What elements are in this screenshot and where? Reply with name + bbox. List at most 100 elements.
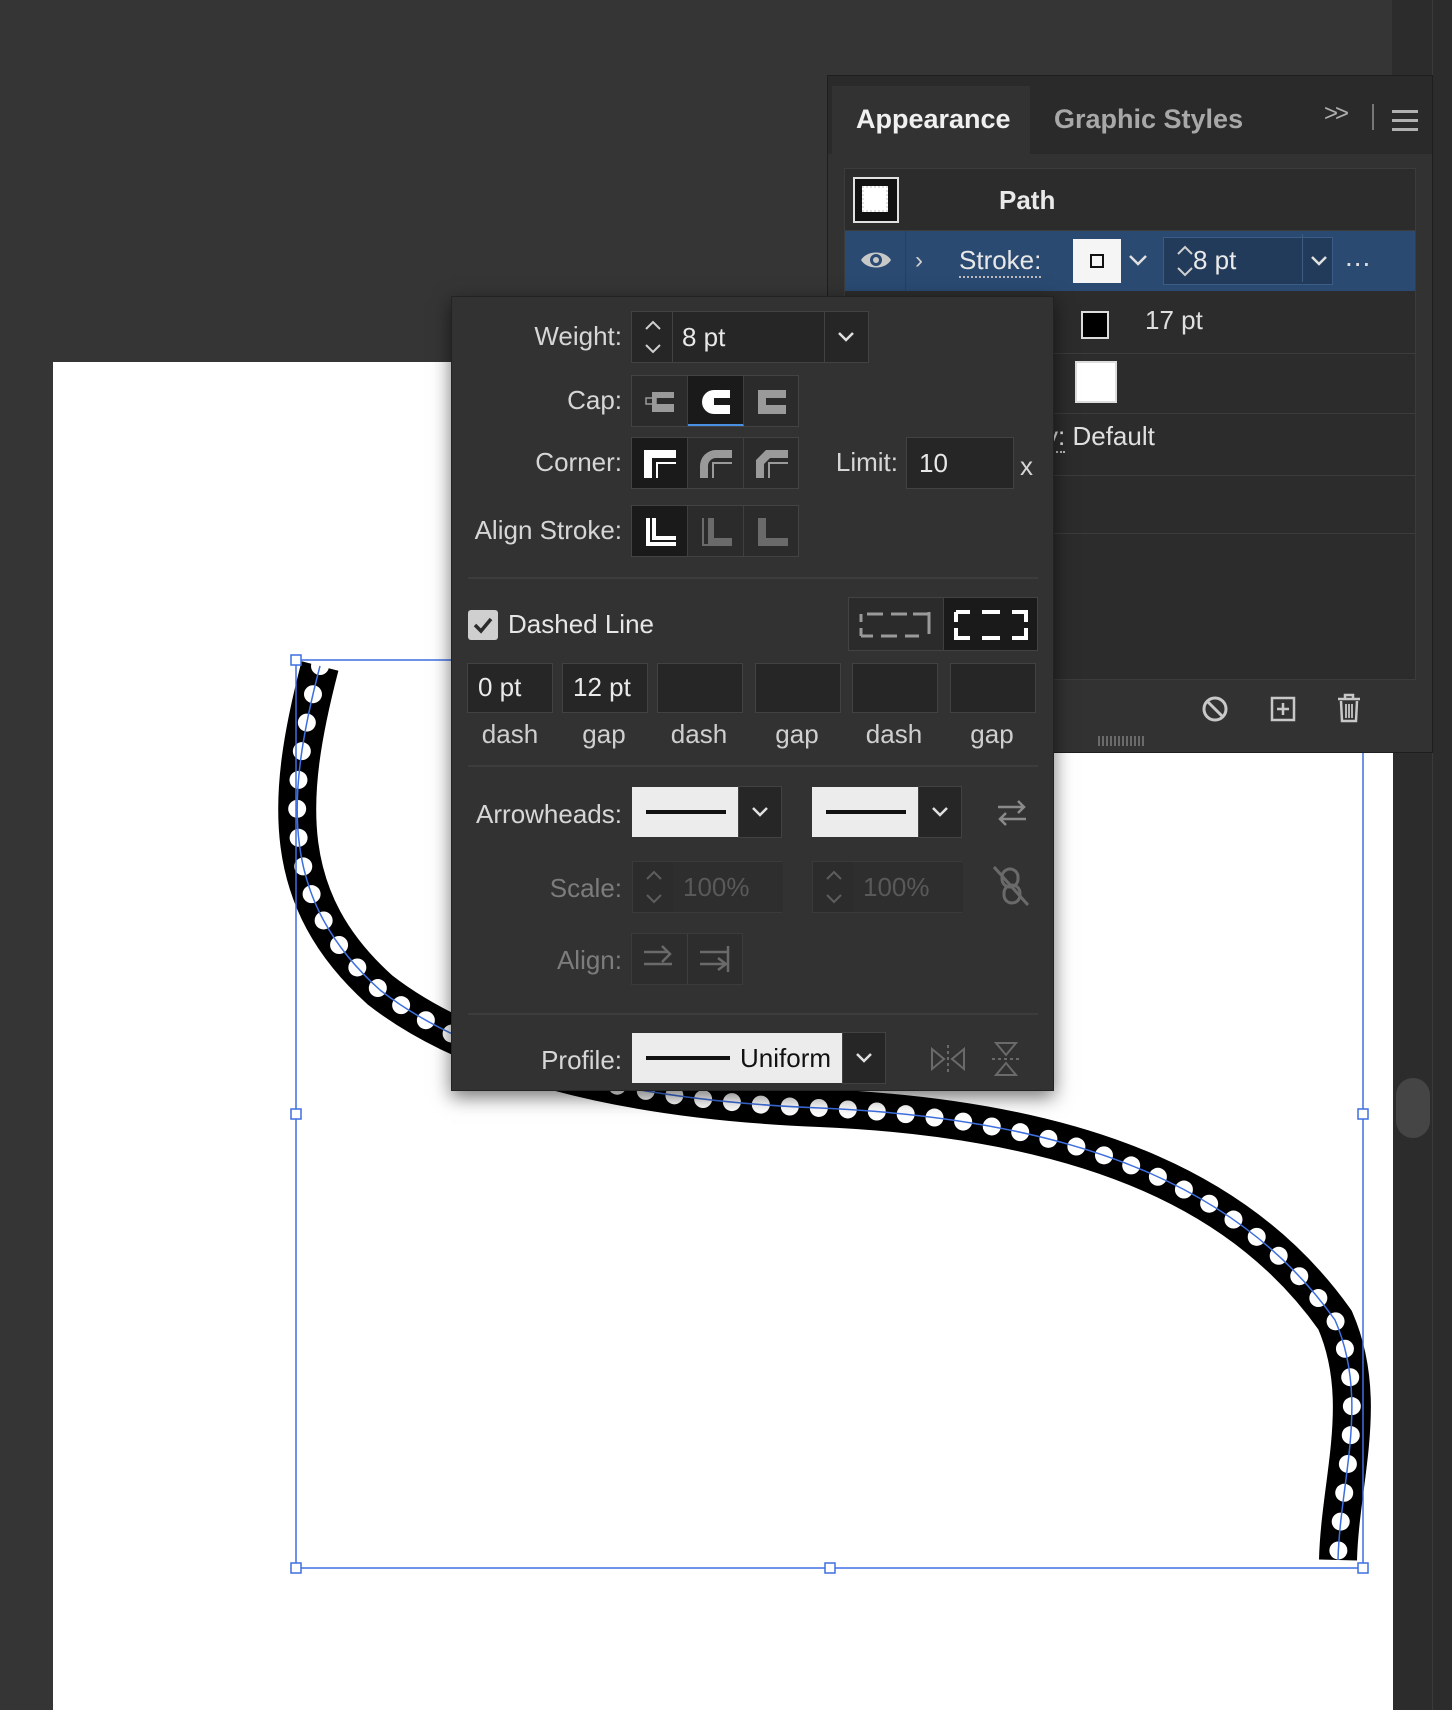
panel-menu-icon[interactable]	[1392, 110, 1418, 137]
weight-label: Weight:	[534, 321, 622, 351]
align-label: Align:	[556, 945, 622, 975]
line-preview	[646, 810, 726, 814]
chevron-down-icon[interactable]	[1123, 245, 1153, 275]
divider	[468, 765, 1038, 767]
cap-button-group	[631, 375, 799, 427]
align-stroke-button-group	[631, 505, 799, 557]
dash-3-field[interactable]	[852, 663, 938, 713]
bevel-join-icon	[756, 450, 788, 478]
arrow-align-group	[631, 933, 743, 985]
stepper-icon	[826, 870, 842, 904]
duplicate-item-icon[interactable]	[1268, 694, 1298, 724]
corner-label: Corner:	[535, 447, 622, 477]
weight-value: 8 pt	[682, 322, 726, 352]
miter-limit-field[interactable]: 10	[906, 437, 1014, 489]
profile-label: Profile:	[541, 1045, 622, 1075]
stroke-weight-field[interactable]	[1163, 234, 1333, 285]
place-arrow-tip-button[interactable]	[688, 934, 744, 984]
align-outside-icon	[758, 518, 788, 546]
round-join-icon	[700, 450, 732, 478]
dash-2-caption: dash	[670, 719, 728, 749]
chevron-down-icon[interactable]	[1306, 248, 1332, 274]
butt-cap-icon	[645, 392, 674, 412]
align-outside-button[interactable]	[744, 506, 800, 556]
round-join-button[interactable]	[688, 438, 744, 488]
limit-unit: x	[1020, 451, 1033, 481]
panel-resize-grip[interactable]	[1098, 736, 1146, 746]
preserve-dash-button[interactable]	[849, 598, 944, 650]
chevron-down-icon	[752, 807, 768, 817]
miter-join-icon	[644, 450, 676, 478]
align-stroke-label: Align Stroke:	[474, 515, 622, 545]
chevron-down-icon[interactable]	[832, 324, 860, 350]
extend-arrow-tip-button[interactable]	[632, 934, 688, 984]
chevron-right-icon[interactable]: ›	[915, 247, 923, 275]
stroke-color-swatch[interactable]	[1073, 239, 1121, 283]
gap-2-field[interactable]	[755, 663, 841, 713]
unlink-scale-icon[interactable]	[990, 863, 1032, 909]
profile-dropdown[interactable]	[842, 1032, 886, 1084]
dash-3-caption: dash	[865, 719, 923, 749]
tab-bar-divider	[1372, 104, 1374, 130]
start-arrowhead-dropdown[interactable]	[738, 786, 782, 838]
collapse-panel-icon[interactable]: >>	[1324, 100, 1349, 128]
flip-along-icon[interactable]	[928, 1041, 968, 1077]
dashed-line-checkbox[interactable]	[468, 610, 498, 640]
butt-cap-button[interactable]	[632, 376, 688, 426]
dashed-line-label: Dashed Line	[508, 609, 654, 639]
stroke-attribute-row[interactable]: › Stroke: 8 pt ...	[845, 231, 1415, 291]
extend-arrow-icon	[644, 945, 672, 966]
row-divider	[905, 231, 906, 291]
stroke-weight-value: 8 pt	[1193, 245, 1237, 275]
scale-start-field[interactable]: 100%	[632, 861, 783, 913]
align-dashes-to-corners-button[interactable]	[944, 598, 1037, 650]
start-arrowhead-select[interactable]	[632, 787, 738, 837]
miter-join-button[interactable]	[632, 438, 688, 488]
dash-alignment-group	[848, 597, 1038, 651]
round-cap-icon	[702, 390, 730, 414]
tab-graphic-styles[interactable]: Graphic Styles	[1030, 86, 1278, 154]
opacity-row-text[interactable]: y: Default	[1045, 421, 1155, 453]
stroke-weight-value-secondary: 17 pt	[1145, 305, 1203, 335]
clear-appearance-icon[interactable]	[1200, 694, 1230, 724]
stroke-color-swatch-black[interactable]	[1081, 311, 1109, 339]
align-center-icon	[646, 518, 676, 546]
opacity-value: Default	[1072, 421, 1155, 451]
visibility-eye-icon[interactable]	[859, 247, 893, 273]
end-arrowhead-select[interactable]	[812, 787, 918, 837]
stroke-label-link[interactable]: Stroke:	[959, 245, 1042, 278]
dash-1-field[interactable]: 0 pt	[467, 663, 553, 713]
end-arrowhead-dropdown[interactable]	[918, 786, 962, 838]
scale-end-value: 100%	[863, 872, 930, 902]
projecting-cap-icon	[758, 390, 786, 414]
profile-value: Uniform	[740, 1043, 832, 1073]
tab-appearance[interactable]: Appearance	[832, 86, 1030, 154]
weight-field[interactable]: 8 pt	[631, 311, 869, 363]
gap-3-field[interactable]	[950, 663, 1036, 713]
flip-across-icon[interactable]	[988, 1039, 1024, 1079]
chevron-down-icon	[856, 1053, 872, 1063]
width-profile-select[interactable]: Uniform	[632, 1033, 842, 1083]
dash-1-caption: dash	[481, 719, 539, 749]
path-label: Path	[999, 185, 1056, 215]
scale-end-field[interactable]: 100%	[812, 861, 963, 913]
gap-1-caption: gap	[582, 719, 626, 749]
stepper-icon[interactable]	[642, 316, 664, 358]
gap-2-caption: gap	[775, 719, 819, 749]
dash-2-field[interactable]	[657, 663, 743, 713]
trash-icon[interactable]	[1334, 692, 1364, 724]
align-dashes-icon	[954, 610, 1028, 640]
arrowheads-label: Arrowheads:	[476, 799, 622, 829]
swap-arrowheads-icon[interactable]	[992, 795, 1032, 831]
align-center-button[interactable]	[632, 506, 688, 556]
projecting-cap-button[interactable]	[744, 376, 800, 426]
more-options-icon[interactable]: ...	[1345, 241, 1371, 273]
align-inside-button[interactable]	[688, 506, 744, 556]
line-preview	[826, 810, 906, 814]
stepper-icon	[646, 870, 662, 904]
bevel-join-button[interactable]	[744, 438, 800, 488]
round-cap-button[interactable]	[688, 376, 744, 426]
gap-1-field[interactable]: 12 pt	[562, 663, 648, 713]
corner-button-group	[631, 437, 799, 489]
fill-color-swatch-white[interactable]	[1075, 361, 1117, 403]
